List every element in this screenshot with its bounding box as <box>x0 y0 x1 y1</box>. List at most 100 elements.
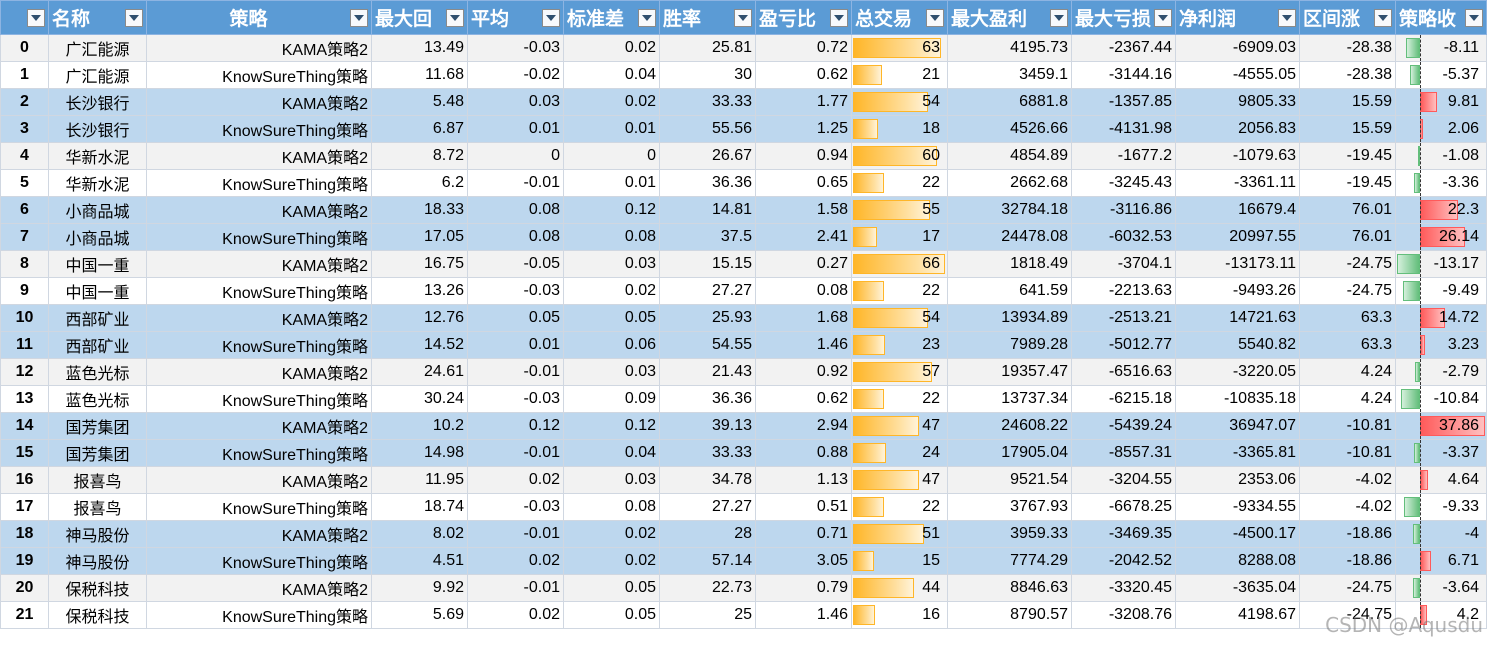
cell-max-drawdown[interactable]: 10.2 <box>371 412 468 440</box>
cell-trades[interactable]: 54 <box>851 88 948 116</box>
cell-max-loss[interactable]: -6678.25 <box>1071 493 1176 521</box>
cell-net-profit[interactable]: -6909.03 <box>1175 34 1300 62</box>
cell-max-loss[interactable]: -6032.53 <box>1071 223 1176 251</box>
cell-pl-ratio[interactable]: 2.94 <box>755 412 852 440</box>
cell-strategy-return[interactable]: -9.33 <box>1395 493 1487 521</box>
cell-index[interactable]: 1 <box>0 61 49 89</box>
cell-pl-ratio[interactable]: 2.41 <box>755 223 852 251</box>
cell-max-drawdown[interactable]: 14.52 <box>371 331 468 359</box>
cell-name[interactable]: 国芳集团 <box>48 412 147 440</box>
cell-max-profit[interactable]: 9521.54 <box>947 466 1072 494</box>
cell-index[interactable]: 10 <box>0 304 49 332</box>
cell-net-profit[interactable]: -3365.81 <box>1175 439 1300 467</box>
cell-avg[interactable]: -0.05 <box>467 250 564 278</box>
cell-net-profit[interactable]: 2056.83 <box>1175 115 1300 143</box>
cell-max-drawdown[interactable]: 6.2 <box>371 169 468 197</box>
cell-max-drawdown[interactable]: 16.75 <box>371 250 468 278</box>
cell-interval-change[interactable]: 63.3 <box>1299 331 1396 359</box>
cell-strategy-return[interactable]: 6.71 <box>1395 547 1487 575</box>
filter-dropdown-icon[interactable] <box>446 9 464 27</box>
cell-max-loss[interactable]: -2213.63 <box>1071 277 1176 305</box>
cell-avg[interactable]: 0.12 <box>467 412 564 440</box>
cell-max-loss[interactable]: -1357.85 <box>1071 88 1176 116</box>
cell-interval-change[interactable]: 76.01 <box>1299 196 1396 224</box>
cell-max-loss[interactable]: -6215.18 <box>1071 385 1176 413</box>
cell-avg[interactable]: -0.01 <box>467 358 564 386</box>
cell-net-profit[interactable]: 36947.07 <box>1175 412 1300 440</box>
cell-std[interactable]: 0.02 <box>563 34 660 62</box>
cell-strategy-return[interactable]: 9.81 <box>1395 88 1487 116</box>
cell-strategy[interactable]: KAMA策略2 <box>146 304 372 332</box>
cell-max-drawdown[interactable]: 12.76 <box>371 304 468 332</box>
cell-max-profit[interactable]: 19357.47 <box>947 358 1072 386</box>
header-interval_change[interactable]: 区间涨 <box>1299 0 1396 35</box>
cell-avg[interactable]: -0.01 <box>467 574 564 602</box>
cell-net-profit[interactable]: -3635.04 <box>1175 574 1300 602</box>
cell-index[interactable]: 11 <box>0 331 49 359</box>
cell-max-drawdown[interactable]: 9.92 <box>371 574 468 602</box>
cell-name[interactable]: 长沙银行 <box>48 115 147 143</box>
cell-strategy-return[interactable]: -8.11 <box>1395 34 1487 62</box>
filter-dropdown-icon[interactable] <box>1374 9 1392 27</box>
header-max_profit[interactable]: 最大盈利 <box>947 0 1072 35</box>
cell-trades[interactable]: 18 <box>851 115 948 143</box>
cell-std[interactable]: 0.01 <box>563 169 660 197</box>
cell-max-loss[interactable]: -4131.98 <box>1071 115 1176 143</box>
cell-interval-change[interactable]: -24.75 <box>1299 574 1396 602</box>
cell-std[interactable]: 0.04 <box>563 439 660 467</box>
header-max_drawdown[interactable]: 最大回 <box>371 0 468 35</box>
cell-strategy[interactable]: KAMA策略2 <box>146 412 372 440</box>
cell-std[interactable]: 0.02 <box>563 547 660 575</box>
cell-trades[interactable]: 55 <box>851 196 948 224</box>
filter-dropdown-icon[interactable] <box>926 9 944 27</box>
cell-avg[interactable]: 0.08 <box>467 196 564 224</box>
cell-max-loss[interactable]: -5439.24 <box>1071 412 1176 440</box>
cell-interval-change[interactable]: 76.01 <box>1299 223 1396 251</box>
cell-std[interactable]: 0.09 <box>563 385 660 413</box>
cell-strategy-return[interactable]: 3.23 <box>1395 331 1487 359</box>
cell-strategy-return[interactable]: -9.49 <box>1395 277 1487 305</box>
cell-max-drawdown[interactable]: 24.61 <box>371 358 468 386</box>
header-index[interactable] <box>0 0 49 35</box>
cell-pl-ratio[interactable]: 1.68 <box>755 304 852 332</box>
cell-interval-change[interactable]: 4.24 <box>1299 385 1396 413</box>
cell-win-rate[interactable]: 55.56 <box>659 115 756 143</box>
cell-avg[interactable]: -0.03 <box>467 493 564 521</box>
cell-max-profit[interactable]: 1818.49 <box>947 250 1072 278</box>
cell-interval-change[interactable]: -28.38 <box>1299 34 1396 62</box>
cell-strategy[interactable]: KAMA策略2 <box>146 358 372 386</box>
cell-max-drawdown[interactable]: 4.51 <box>371 547 468 575</box>
cell-max-profit[interactable]: 6881.8 <box>947 88 1072 116</box>
filter-dropdown-icon[interactable] <box>1278 9 1296 27</box>
cell-trades[interactable]: 57 <box>851 358 948 386</box>
cell-name[interactable]: 保税科技 <box>48 601 147 629</box>
cell-strategy-return[interactable]: 26.14 <box>1395 223 1487 251</box>
cell-name[interactable]: 广汇能源 <box>48 61 147 89</box>
cell-net-profit[interactable]: -13173.11 <box>1175 250 1300 278</box>
cell-strategy-return[interactable]: -1.08 <box>1395 142 1487 170</box>
cell-index[interactable]: 7 <box>0 223 49 251</box>
cell-win-rate[interactable]: 27.27 <box>659 493 756 521</box>
cell-max-loss[interactable]: -2042.52 <box>1071 547 1176 575</box>
cell-interval-change[interactable]: -4.02 <box>1299 466 1396 494</box>
cell-index[interactable]: 18 <box>0 520 49 548</box>
cell-pl-ratio[interactable]: 0.88 <box>755 439 852 467</box>
filter-dropdown-icon[interactable] <box>1465 9 1483 27</box>
cell-trades[interactable]: 63 <box>851 34 948 62</box>
cell-strategy-return[interactable]: -10.84 <box>1395 385 1487 413</box>
cell-interval-change[interactable]: -19.45 <box>1299 142 1396 170</box>
cell-pl-ratio[interactable]: 1.46 <box>755 601 852 629</box>
filter-dropdown-icon[interactable] <box>734 9 752 27</box>
cell-win-rate[interactable]: 36.36 <box>659 385 756 413</box>
cell-net-profit[interactable]: 8288.08 <box>1175 547 1300 575</box>
cell-index[interactable]: 2 <box>0 88 49 116</box>
cell-std[interactable]: 0.05 <box>563 304 660 332</box>
cell-name[interactable]: 报喜鸟 <box>48 493 147 521</box>
filter-dropdown-icon[interactable] <box>350 9 368 27</box>
cell-index[interactable]: 20 <box>0 574 49 602</box>
cell-strategy[interactable]: KAMA策略2 <box>146 196 372 224</box>
cell-max-drawdown[interactable]: 11.68 <box>371 61 468 89</box>
cell-max-profit[interactable]: 13934.89 <box>947 304 1072 332</box>
cell-index[interactable]: 21 <box>0 601 49 629</box>
cell-trades[interactable]: 54 <box>851 304 948 332</box>
